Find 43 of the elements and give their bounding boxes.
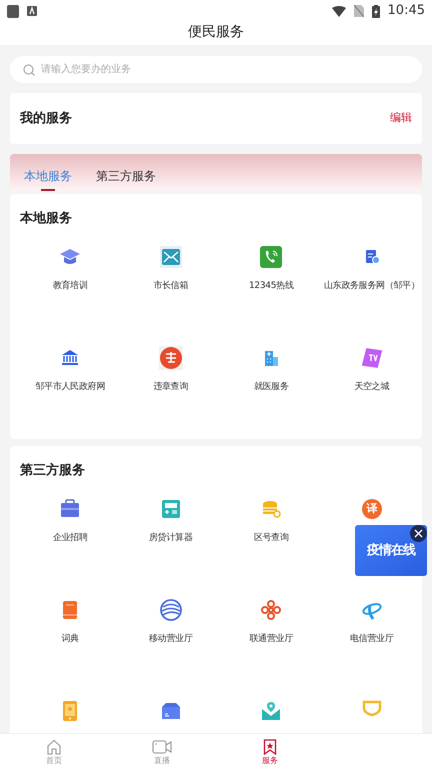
tab[interactable]: 第三方服务 — [96, 161, 156, 191]
section-title: 第三方服务 — [20, 463, 85, 478]
service-label[interactable]: 邹平市人民政府网 — [35, 381, 106, 394]
close-icon — [414, 529, 423, 538]
bookmark-star-icon — [263, 738, 277, 754]
service-label[interactable]: 房贷计算器 — [148, 532, 192, 546]
service-label[interactable]: 联通营业厅 — [249, 633, 293, 646]
floating-banner[interactable]: 疫情在线 — [355, 525, 427, 576]
search-icon — [23, 64, 35, 76]
page-title: 便民服务 — [188, 23, 244, 42]
notification-icon — [27, 6, 37, 16]
service-label[interactable]: 12345热线 — [248, 280, 294, 294]
battery-icon — [372, 4, 380, 18]
circle-glyph-icon[interactable] — [158, 346, 183, 370]
service-label[interactable]: 教育培训 — [52, 280, 88, 294]
nav-tab[interactable]: 服务 — [216, 734, 324, 768]
section-title: 我的服务 — [20, 110, 72, 128]
app-icon — [7, 4, 19, 18]
section-title: 本地服务 — [20, 211, 72, 226]
search-field[interactable]: 请输入您要办的业务 — [10, 56, 422, 83]
service-label[interactable]: 企业招聘 — [52, 532, 88, 546]
service-label[interactable]: 山东政务服务网（邹平） — [324, 280, 420, 294]
home-icon — [46, 738, 62, 754]
service-label[interactable]: 移动营业厅 — [148, 633, 192, 646]
phone-icon[interactable] — [259, 245, 284, 269]
service-label[interactable]: 就医服务 — [254, 381, 289, 394]
search-input[interactable]: 请输入您要办的业务 — [41, 62, 409, 77]
service-label[interactable]: 违章查询 — [153, 381, 188, 394]
clock: 10:45 — [388, 2, 425, 20]
tv-icon[interactable] — [360, 346, 384, 370]
service-label[interactable]: 市长信箱 — [153, 280, 188, 294]
service-label[interactable]: 词典 — [62, 633, 79, 646]
banner-text: 疫情在线 — [367, 542, 415, 560]
service-label[interactable]: 区号查询 — [254, 532, 289, 546]
service-label[interactable]: 电信营业厅 — [350, 633, 394, 646]
knot-icon[interactable] — [259, 598, 284, 622]
wifi-icon — [332, 6, 346, 16]
service-label[interactable]: 天空之城 — [354, 381, 390, 394]
no-sim-icon — [354, 5, 364, 17]
envelope-icon[interactable] — [158, 245, 183, 269]
globe-lines-icon[interactable] — [158, 598, 183, 622]
video-camera-icon — [152, 738, 172, 754]
edit-link[interactable]: 编辑 — [390, 110, 412, 127]
